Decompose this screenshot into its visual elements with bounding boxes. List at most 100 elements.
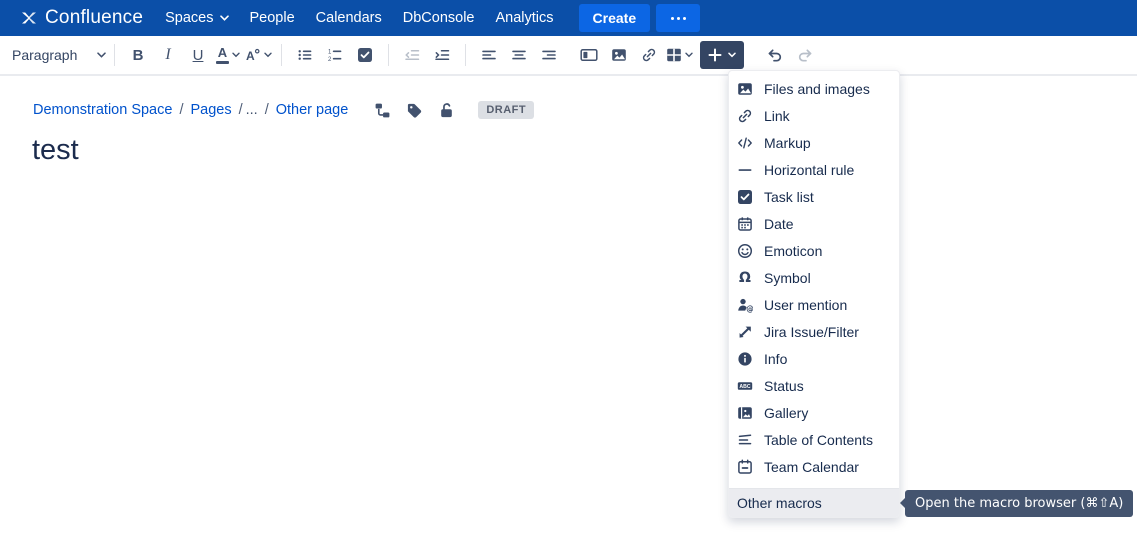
align-center-button[interactable]	[504, 41, 534, 69]
create-button[interactable]: Create	[579, 4, 651, 32]
draft-badge: DRAFT	[478, 101, 534, 119]
breadcrumb: Demonstration Space / Pages / ... / Othe…	[33, 101, 1137, 119]
jira-icon	[737, 324, 753, 340]
undo-button[interactable]	[760, 41, 790, 69]
underline-button[interactable]: U	[183, 41, 213, 69]
labels-tag-icon[interactable]	[406, 102, 423, 119]
confluence-logo-icon	[20, 10, 38, 26]
emoticon-icon	[737, 243, 753, 259]
table-of-contents-icon	[737, 432, 753, 448]
svg-text:1: 1	[328, 50, 332, 56]
top-nav: Confluence Spaces People Calendars DbCon…	[0, 0, 1137, 36]
nav-item-spaces[interactable]: Spaces	[165, 10, 228, 26]
redo-button[interactable]	[790, 41, 820, 69]
menu-item-markup[interactable]: Markup	[729, 129, 899, 156]
breadcrumb-link-other-page[interactable]: Other page	[276, 102, 349, 118]
indent-icon	[434, 47, 450, 63]
menu-item-horizontal-rule[interactable]: Horizontal rule	[729, 156, 899, 183]
insert-link-button[interactable]	[634, 41, 664, 69]
breadcrumb-separator: /	[239, 102, 243, 118]
text-color-button[interactable]: A	[213, 41, 243, 69]
align-right-icon	[541, 47, 557, 63]
insert-dropdown-menu: Files and images Link Markup Horizontal …	[728, 70, 900, 518]
more-actions-button[interactable]	[656, 4, 700, 32]
outdent-icon	[404, 47, 420, 63]
paragraph-style-select[interactable]: Paragraph	[12, 47, 106, 63]
toolbar-separator	[114, 44, 115, 66]
menu-item-team-calendar[interactable]: Team Calendar	[729, 453, 899, 480]
link-icon	[737, 108, 753, 124]
menu-item-gallery[interactable]: Gallery	[729, 399, 899, 426]
chevron-down-icon	[97, 52, 106, 58]
menu-item-table-of-contents[interactable]: Table of Contents	[729, 426, 899, 453]
menu-item-task-list[interactable]: Task list	[729, 183, 899, 210]
menu-item-info[interactable]: Info	[729, 345, 899, 372]
info-icon	[737, 351, 753, 367]
breadcrumb-link-pages[interactable]: Pages	[190, 102, 231, 118]
align-left-icon	[481, 47, 497, 63]
confluence-home-link[interactable]: Confluence	[20, 7, 143, 29]
bullet-list-icon	[297, 47, 313, 63]
ellipsis-icon	[671, 17, 686, 20]
unlock-icon[interactable]	[438, 102, 455, 119]
page-tree-location-icon[interactable]	[374, 102, 391, 119]
insert-table-button[interactable]	[664, 41, 694, 69]
menu-item-jira-issue-filter[interactable]: Jira Issue/Filter	[729, 318, 899, 345]
nav-item-people[interactable]: People	[250, 10, 295, 26]
menu-item-files-and-images[interactable]: Files and images	[729, 75, 899, 102]
more-formatting-button[interactable]: A	[243, 41, 273, 69]
menu-item-user-mention[interactable]: @ User mention	[729, 291, 899, 318]
gallery-icon	[737, 405, 753, 421]
toolbar-separator	[465, 44, 466, 66]
nav-item-analytics[interactable]: Analytics	[496, 10, 554, 26]
svg-text:A: A	[246, 49, 255, 63]
undo-icon	[766, 47, 784, 63]
link-icon	[641, 47, 657, 63]
italic-button[interactable]: I	[153, 41, 183, 69]
breadcrumb-ellipsis[interactable]: ...	[246, 102, 258, 118]
align-left-button[interactable]	[474, 41, 504, 69]
toolbar-separator	[281, 44, 282, 66]
numbered-list-button[interactable]: 1 2	[320, 41, 350, 69]
task-list-icon	[357, 47, 373, 63]
align-center-icon	[511, 47, 527, 63]
insert-more-button[interactable]	[700, 41, 744, 69]
toolbar-separator	[388, 44, 389, 66]
table-icon	[666, 47, 682, 63]
macro-browser-tooltip: Open the macro browser (⌘⇧A)	[905, 490, 1133, 517]
markup-icon	[737, 135, 753, 151]
breadcrumb-separator: /	[179, 102, 183, 118]
breadcrumb-link-space[interactable]: Demonstration Space	[33, 102, 172, 118]
menu-item-symbol[interactable]: Ω Symbol	[729, 264, 899, 291]
date-icon	[737, 216, 753, 232]
numbered-list-icon: 1 2	[327, 47, 343, 63]
page-layout-icon	[580, 47, 598, 63]
editor-toolbar: Paragraph B I U A A	[0, 36, 1137, 76]
chevron-down-icon	[220, 15, 229, 21]
chevron-down-icon	[232, 52, 240, 58]
horizontal-rule-icon	[737, 162, 753, 178]
svg-text:@: @	[746, 304, 753, 312]
bold-button[interactable]: B	[123, 41, 153, 69]
brand-wordmark: Confluence	[45, 7, 143, 29]
chevron-down-icon	[264, 52, 272, 58]
align-right-button[interactable]	[534, 41, 564, 69]
insert-files-images-button[interactable]	[604, 41, 634, 69]
menu-item-emoticon[interactable]: Emoticon	[729, 237, 899, 264]
page-title[interactable]: test	[32, 134, 1137, 167]
menu-item-other-macros[interactable]: Other macros	[729, 488, 899, 517]
nav-item-dbconsole[interactable]: DbConsole	[403, 10, 475, 26]
chevron-down-icon	[685, 52, 693, 58]
menu-item-link[interactable]: Link	[729, 102, 899, 129]
symbol-omega-icon: Ω	[737, 270, 753, 286]
indent-button[interactable]	[427, 41, 457, 69]
nav-item-calendars[interactable]: Calendars	[316, 10, 382, 26]
menu-item-status[interactable]: ABC Status	[729, 372, 899, 399]
task-list-button[interactable]	[350, 41, 380, 69]
page-layout-button[interactable]	[574, 41, 604, 69]
svg-text:ABC: ABC	[739, 384, 750, 390]
chevron-down-icon	[728, 52, 736, 58]
bullet-list-button[interactable]	[290, 41, 320, 69]
menu-item-date[interactable]: Date	[729, 210, 899, 237]
outdent-button[interactable]	[397, 41, 427, 69]
